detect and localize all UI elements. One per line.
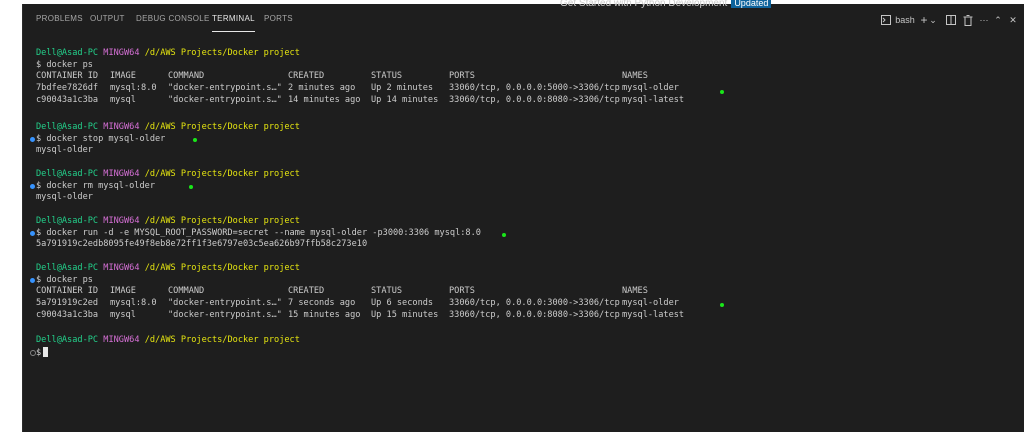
command-output: 5a791919c2edb8095fe49f8eb8e72ff1f3e6797e…: [36, 239, 368, 250]
prompt-line: Dell@Asad-PC MINGW64 /d/AWS Projects/Doc…: [36, 216, 300, 226]
table-row: c90043a1c3ba mysql "docker-entrypoint.s……: [36, 94, 685, 105]
command-line: $ docker run -d -e MYSQL_ROOT_PASSWORD=s…: [36, 227, 481, 238]
input-line[interactable]: $: [36, 346, 49, 358]
tab-problems[interactable]: PROBLEMS: [36, 14, 83, 32]
command-line: $ docker ps: [36, 59, 93, 70]
command-decoration-dot[interactable]: [30, 184, 35, 189]
new-terminal-button[interactable]: +: [919, 13, 929, 27]
status-dot-marker: [720, 303, 724, 307]
updated-badge: Updated: [731, 0, 772, 8]
command-decoration-dot[interactable]: [30, 231, 35, 236]
tab-output[interactable]: OUTPUT: [90, 14, 125, 32]
notification-tooltip[interactable]: Get Started with Python Development Updat…: [560, 0, 775, 12]
prompt-line: Dell@Asad-PC MINGW64 /d/AWS Projects/Doc…: [36, 169, 300, 179]
status-dot-marker: [189, 185, 193, 189]
prompt-line: Dell@Asad-PC MINGW64 /d/AWS Projects/Doc…: [36, 122, 300, 132]
more-actions-icon[interactable]: ···: [978, 13, 990, 27]
kill-terminal-button[interactable]: [962, 13, 974, 27]
command-line: $ docker ps: [36, 274, 93, 285]
chevron-down-icon[interactable]: ⌄: [929, 13, 937, 27]
command-line: $ docker rm mysql-older: [36, 180, 155, 191]
maximize-panel-icon[interactable]: ⌃: [993, 13, 1003, 27]
split-icon: [946, 15, 956, 25]
table-row: 7bdfee7826df mysql:8.0 "docker-entrypoin…: [36, 83, 679, 94]
shell-label: bash: [895, 15, 915, 25]
prompt-line: Dell@Asad-PC MINGW64 /d/AWS Projects/Doc…: [36, 48, 300, 58]
panel-tab-bar: PROBLEMS OUTPUT DEBUG CONSOLE TERMINAL P…: [23, 0, 1024, 34]
tab-ports[interactable]: PORTS: [264, 14, 293, 32]
status-dot-marker: [193, 138, 197, 142]
command-decoration-dot[interactable]: [30, 278, 35, 283]
command-output: mysql-older: [36, 145, 93, 156]
table-header-row: CONTAINER ID IMAGE COMMAND CREATED STATU…: [36, 286, 648, 297]
table-row: c90043a1c3ba mysql "docker-entrypoint.s……: [36, 309, 685, 320]
status-dot-marker: [720, 90, 724, 94]
terminal-panel: PROBLEMS OUTPUT DEBUG CONSOLE TERMINAL P…: [22, 0, 1024, 432]
table-row: 5a791919c2ed mysql:8.0 "docker-entrypoin…: [36, 298, 679, 309]
terminal-profile-button[interactable]: bash: [881, 13, 915, 27]
prompt-line: Dell@Asad-PC MINGW64 /d/AWS Projects/Doc…: [36, 263, 300, 273]
terminal-cursor: [43, 346, 49, 357]
trash-icon: [963, 14, 973, 26]
prompt-line: Dell@Asad-PC MINGW64 /d/AWS Projects/Doc…: [36, 335, 300, 345]
command-decoration-dot[interactable]: [30, 137, 35, 142]
notification-text: Get Started with Python Development: [560, 0, 728, 9]
close-panel-icon[interactable]: ✕: [1008, 13, 1018, 27]
tab-terminal[interactable]: TERMINAL: [212, 14, 255, 32]
tab-debug-console[interactable]: DEBUG CONSOLE: [136, 14, 210, 32]
command-output: mysql-older: [36, 192, 93, 203]
terminal-icon: [881, 15, 892, 25]
table-header-row: CONTAINER ID IMAGE COMMAND CREATED STATU…: [36, 71, 648, 82]
status-dot-marker: [502, 233, 506, 237]
command-line: $ docker stop mysql-older: [36, 133, 166, 144]
split-terminal-button[interactable]: [945, 13, 957, 27]
